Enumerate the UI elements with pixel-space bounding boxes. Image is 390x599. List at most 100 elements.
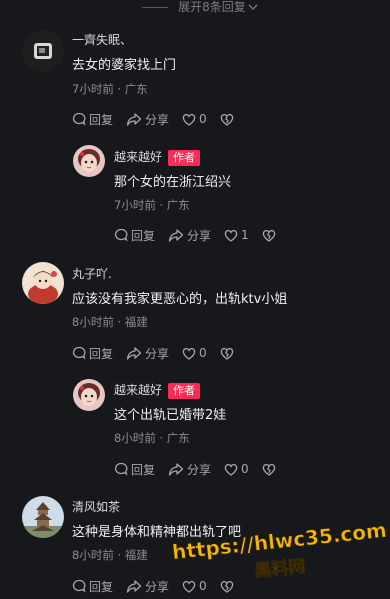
author-badge: 作者	[168, 383, 201, 399]
like-button[interactable]: 0	[224, 462, 249, 476]
separator: ·	[117, 82, 125, 96]
like-count: 0	[241, 462, 249, 476]
share-button[interactable]: 分享	[168, 227, 211, 244]
avatar[interactable]	[73, 145, 105, 177]
reply-meta: 8小时前 · 广东	[114, 431, 190, 445]
reply-location: 广东	[166, 431, 190, 445]
share-label: 分享	[145, 579, 170, 594]
like-button[interactable]: 0	[182, 346, 207, 360]
reply-username[interactable]: 越来越好	[114, 150, 162, 164]
share-button[interactable]: 分享	[126, 111, 169, 128]
reply-icon	[72, 346, 86, 360]
reply-text: 这个出轨已婚带2娃	[114, 408, 227, 423]
reply-button[interactable]: 回复	[114, 461, 155, 478]
broken-heart-icon	[262, 229, 275, 242]
comment-text: 这种是身体和精神都出轨了吧	[72, 525, 242, 540]
share-icon	[168, 229, 184, 242]
share-icon	[126, 113, 142, 126]
separator: ·	[117, 315, 125, 329]
comment-actions: 回复 分享 0	[72, 577, 237, 595]
share-icon	[126, 347, 142, 360]
heart-icon	[182, 347, 196, 360]
broken-heart-icon	[262, 463, 275, 476]
dislike-button[interactable]	[220, 113, 237, 126]
avatar[interactable]	[73, 379, 105, 411]
comment-meta: 7小时前 · 广东	[72, 82, 148, 96]
like-count: 0	[199, 112, 207, 126]
comment-meta: 8小时前 · 福建	[72, 548, 148, 562]
reply-label: 回复	[89, 112, 114, 127]
share-icon	[168, 463, 184, 476]
avatar[interactable]	[22, 30, 64, 72]
share-button[interactable]: 分享	[126, 345, 169, 362]
reply-location: 广东	[166, 198, 190, 212]
comment-actions: 回复 分享 0	[72, 344, 237, 362]
comment-meta: 8小时前 · 福建	[72, 315, 148, 329]
reply-button[interactable]: 回复	[72, 578, 113, 595]
like-count: 0	[199, 346, 207, 360]
expand-replies-row[interactable]: 展开8条回复	[0, 0, 390, 14]
reply-username-row: 越来越好 作者	[114, 382, 201, 399]
dislike-button[interactable]	[220, 347, 237, 360]
reply-time: 8小时前	[114, 431, 156, 445]
comment-time: 7小时前	[72, 82, 114, 96]
comment-text: 应该没有我家更恶心的，出轨ktv小姐	[72, 292, 288, 307]
comment-username[interactable]: 一齊失眠、	[72, 32, 132, 48]
author-badge: 作者	[168, 150, 201, 166]
separator: ·	[159, 431, 167, 445]
comment-location: 福建	[124, 548, 148, 562]
comment-location: 福建	[124, 315, 148, 329]
like-button[interactable]: 0	[182, 112, 207, 126]
reply-label: 回复	[89, 579, 114, 594]
reply-button[interactable]: 回复	[114, 227, 155, 244]
expand-replies-label[interactable]: 展开8条回复	[178, 0, 246, 14]
comment-time: 8小时前	[72, 315, 114, 329]
comment-username[interactable]: 丸子吖.	[72, 266, 112, 282]
reply-icon	[114, 462, 128, 476]
heart-icon	[182, 580, 196, 593]
reply-username[interactable]: 越来越好	[114, 383, 162, 397]
dislike-button[interactable]	[262, 229, 279, 242]
reply-actions: 回复 分享 0	[114, 460, 279, 478]
like-button[interactable]: 1	[224, 228, 249, 242]
share-button[interactable]: 分享	[168, 461, 211, 478]
watermark: https://hlwc35.com 黑料网	[171, 518, 388, 580]
heart-icon	[224, 463, 238, 476]
share-label: 分享	[145, 346, 170, 361]
dislike-button[interactable]	[220, 580, 237, 593]
share-button[interactable]: 分享	[126, 578, 169, 595]
comment-username[interactable]: 清风如茶	[72, 499, 120, 515]
heart-icon	[182, 113, 196, 126]
share-label: 分享	[187, 228, 212, 243]
like-button[interactable]: 0	[182, 579, 207, 593]
chevron-down-icon	[248, 4, 258, 10]
reply-actions: 回复 分享 1	[114, 226, 279, 244]
broken-heart-icon	[220, 580, 233, 593]
reply-time: 7小时前	[114, 198, 156, 212]
separator: ·	[117, 548, 125, 562]
reply-username-row: 越来越好 作者	[114, 149, 201, 166]
share-icon	[126, 580, 142, 593]
reply-icon	[72, 112, 86, 126]
avatar[interactable]	[22, 496, 64, 538]
reply-label: 回复	[131, 228, 156, 243]
reply-button[interactable]: 回复	[72, 345, 113, 362]
like-count: 1	[241, 228, 249, 242]
avatar[interactable]	[22, 262, 64, 304]
broken-heart-icon	[220, 113, 233, 126]
reply-text: 那个女的在浙江绍兴	[114, 175, 232, 190]
reply-label: 回复	[131, 462, 156, 477]
comment-location: 广东	[124, 82, 148, 96]
comment-time: 8小时前	[72, 548, 114, 562]
share-label: 分享	[187, 462, 212, 477]
reply-button[interactable]: 回复	[72, 111, 113, 128]
watermark-name: 黑料网	[254, 556, 307, 580]
broken-heart-icon	[220, 347, 233, 360]
heart-icon	[224, 229, 238, 242]
dislike-button[interactable]	[262, 463, 279, 476]
separator: ·	[159, 198, 167, 212]
comment-actions: 回复 分享 0	[72, 110, 237, 128]
divider	[142, 6, 169, 8]
comment-text: 去女的婆家找上门	[72, 58, 177, 73]
reply-icon	[72, 579, 86, 593]
